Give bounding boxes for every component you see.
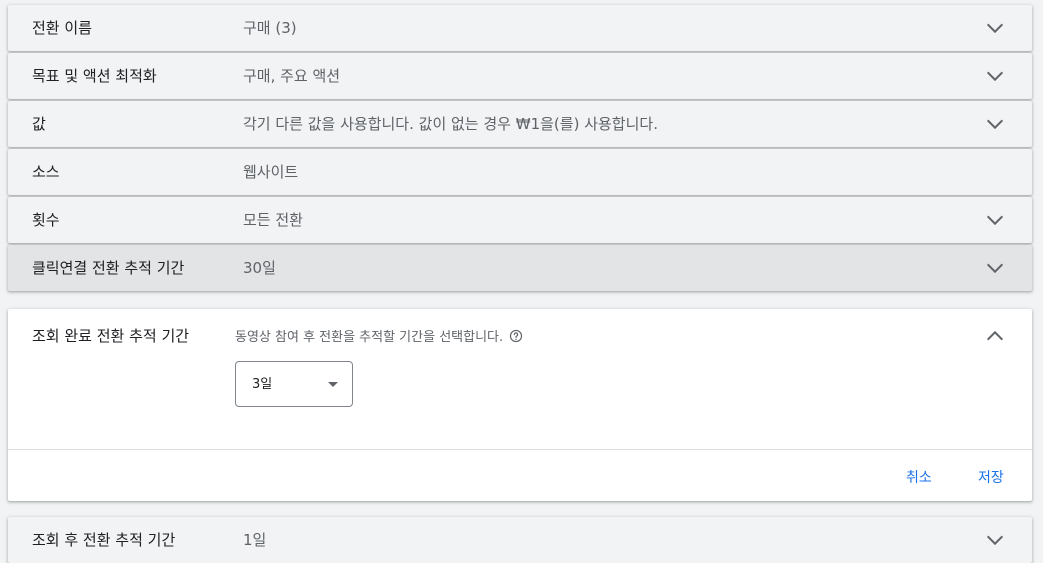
panel-description: 동영상 참여 후 전환을 추적할 기간을 선택합니다. [235,326,523,345]
row-conversion-name[interactable]: 전환 이름 구매 (3) [8,5,1032,51]
row-goal-optimization[interactable]: 목표 및 액션 최적화 구매, 주요 액션 [8,53,1032,99]
panel-label: 조회 완료 전환 추적 기간 [32,327,190,345]
chevron-down-icon [986,263,1004,274]
chevron-up-icon[interactable] [984,328,1006,344]
help-icon[interactable] [509,329,523,343]
row-label: 전환 이름 [32,19,92,37]
chevron-down-icon [986,535,1004,546]
row-label: 소스 [32,163,60,181]
chevron-down-icon [986,71,1004,82]
row-label: 조회 후 전환 추적 기간 [32,531,176,549]
row-count[interactable]: 횟수 모든 전환 [8,197,1032,243]
select-value: 3일 [252,377,273,392]
chevron-down-icon [986,119,1004,130]
dropdown-arrow-icon [328,382,338,387]
row-label: 횟수 [32,211,60,229]
row-view-through-window[interactable]: 조회 후 전환 추적 기간 1일 [8,517,1032,563]
row-label: 목표 및 액션 최적화 [32,67,157,85]
cancel-button[interactable]: 취소 [898,461,940,495]
chevron-down-icon [986,215,1004,226]
row-value: 구매 (3) [243,19,297,37]
engaged-view-window-panel: 조회 완료 전환 추적 기간 동영상 참여 후 전환을 추적할 기간을 선택합니… [8,309,1032,501]
window-select[interactable]: 3일 [235,361,353,407]
row-value: 30일 [243,259,276,277]
save-button[interactable]: 저장 [970,461,1012,495]
row-source: 소스 웹사이트 [8,149,1032,195]
row-value: 웹사이트 [243,163,299,181]
row-value: 각기 다른 값을 사용합니다. 값이 없는 경우 ₩1을(를) 사용합니다. [243,115,658,133]
description-text: 동영상 참여 후 전환을 추적할 기간을 선택합니다. [235,330,504,345]
row-value-setting[interactable]: 값 각기 다른 값을 사용합니다. 값이 없는 경우 ₩1을(를) 사용합니다. [8,101,1032,147]
chevron-down-icon [986,23,1004,34]
row-click-through-window[interactable]: 클릭연결 전환 추적 기간 30일 [8,245,1032,291]
row-value: 구매, 주요 액션 [243,67,341,85]
divider [8,449,1032,450]
row-value: 모든 전환 [243,211,303,229]
row-label: 클릭연결 전환 추적 기간 [32,259,185,277]
row-value: 1일 [243,531,267,549]
row-label: 값 [32,115,46,133]
